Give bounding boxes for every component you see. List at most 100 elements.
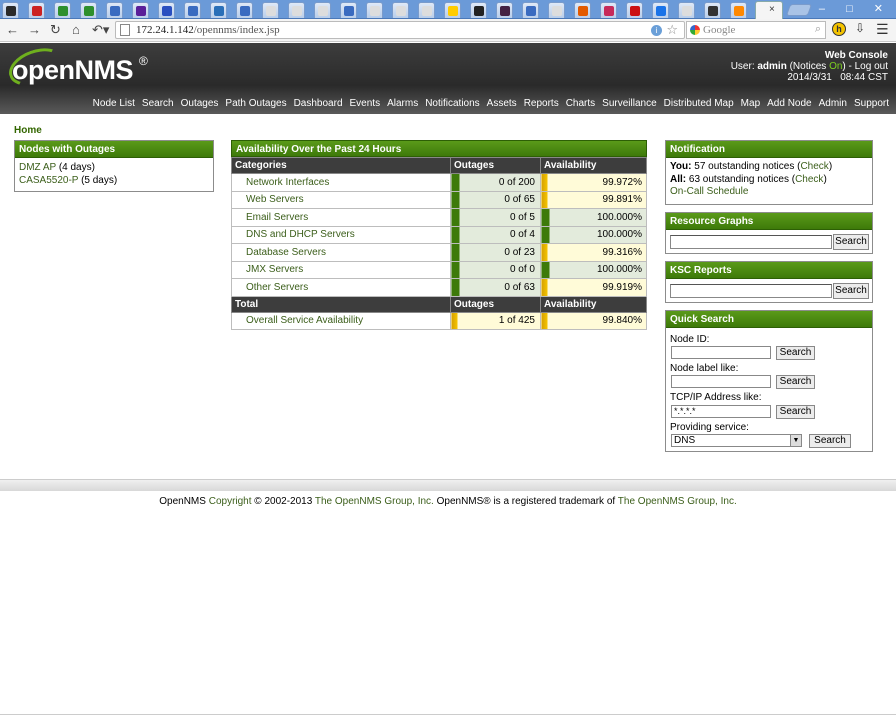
service-search-button[interactable]: Search — [809, 434, 851, 448]
opennms-group-link[interactable]: The OpenNMS Group, Inc. — [618, 496, 737, 507]
download-icon[interactable]: ⇩ — [855, 21, 865, 35]
browser-tab[interactable] — [2, 2, 19, 18]
forward-icon[interactable]: → — [28, 22, 41, 38]
category-link[interactable]: Network Interfaces — [231, 173, 451, 192]
nav-charts[interactable]: Charts — [566, 98, 595, 109]
nav-path-outages[interactable]: Path Outages — [225, 98, 286, 109]
nav-surveillance[interactable]: Surveillance — [602, 98, 656, 109]
node-label-input[interactable] — [671, 375, 771, 388]
nav-assets[interactable]: Assets — [487, 98, 517, 109]
magnifier-icon[interactable]: ⌕ — [815, 23, 821, 36]
oncall-schedule-link[interactable]: On-Call Schedule — [666, 186, 872, 199]
browser-tab[interactable] — [262, 2, 279, 18]
browser-tab[interactable] — [54, 2, 71, 18]
nav-outages[interactable]: Outages — [181, 98, 219, 109]
active-tab[interactable]: × — [755, 1, 783, 19]
outages-cell[interactable]: 0 of 5 — [450, 208, 541, 227]
outages-cell[interactable]: 0 of 200 — [450, 173, 541, 192]
availability-cell[interactable]: 99.316% — [540, 243, 647, 262]
bookmark-star-icon[interactable]: ☆ — [666, 22, 678, 38]
browser-tab[interactable] — [600, 2, 617, 18]
home-icon[interactable]: ⌂ — [72, 22, 80, 38]
browser-tab[interactable] — [678, 2, 695, 18]
ksc-reports-input[interactable] — [670, 284, 832, 298]
service-select[interactable]: DNS ▼ — [671, 434, 802, 447]
outages-cell[interactable]: 0 of 4 — [450, 225, 541, 244]
address-bar[interactable]: 172.24.1.142/opennms/index.jsp i ☆ — [115, 21, 685, 39]
browser-tab[interactable] — [496, 2, 513, 18]
nav-support[interactable]: Support — [854, 98, 889, 109]
nav-add-node[interactable]: Add Node — [767, 98, 811, 109]
nav-node-list[interactable]: Node List — [93, 98, 135, 109]
browser-tab[interactable] — [236, 2, 253, 18]
outages-cell[interactable]: 0 of 63 — [450, 278, 541, 297]
browser-tab[interactable] — [288, 2, 305, 18]
ip-search-button[interactable]: Search — [776, 405, 815, 419]
availability-cell[interactable]: 99.891% — [540, 190, 647, 209]
breadcrumb[interactable]: Home — [14, 125, 42, 136]
nav-admin[interactable]: Admin — [819, 98, 847, 109]
check-link[interactable]: Check — [795, 174, 823, 185]
category-link[interactable]: Overall Service Availability — [231, 311, 451, 330]
reload-icon[interactable]: ↻ — [50, 22, 61, 38]
node-id-input[interactable] — [671, 346, 771, 359]
nav-notifications[interactable]: Notifications — [425, 98, 479, 109]
search-box[interactable]: Google ⌕ — [686, 21, 826, 39]
browser-tab[interactable] — [366, 2, 383, 18]
browser-tab[interactable] — [132, 2, 149, 18]
info-icon[interactable]: i — [651, 25, 662, 36]
browser-tab[interactable] — [28, 2, 45, 18]
new-tab-button[interactable] — [785, 4, 813, 16]
outages-cell[interactable]: 0 of 23 — [450, 243, 541, 262]
nav-dashboard[interactable]: Dashboard — [294, 98, 343, 109]
browser-tab[interactable] — [626, 2, 643, 18]
check-link[interactable]: Check — [800, 161, 828, 172]
availability-cell[interactable]: 100.000% — [540, 208, 647, 227]
opennms-logo[interactable]: openNMS — [12, 55, 134, 86]
window-controls[interactable]: – □ ✕ — [819, 2, 892, 15]
browser-tab[interactable] — [392, 2, 409, 18]
availability-cell[interactable]: 99.919% — [540, 278, 647, 297]
category-link[interactable]: Database Servers — [231, 243, 451, 262]
browser-tab[interactable] — [106, 2, 123, 18]
browser-tab[interactable] — [314, 2, 331, 18]
nav-reports[interactable]: Reports — [524, 98, 559, 109]
browser-tab[interactable] — [574, 2, 591, 18]
browser-tab[interactable] — [80, 2, 97, 18]
availability-cell[interactable]: 100.000% — [540, 225, 647, 244]
copyright-link[interactable]: Copyright — [209, 496, 252, 507]
category-link[interactable]: DNS and DHCP Servers — [231, 225, 451, 244]
resource-graphs-input[interactable] — [670, 235, 832, 249]
category-link[interactable]: Email Servers — [231, 208, 451, 227]
browser-tab[interactable] — [418, 2, 435, 18]
availability-cell[interactable]: 99.840% — [540, 311, 647, 330]
category-link[interactable]: Web Servers — [231, 190, 451, 209]
resource-graphs-search-button[interactable]: Search — [833, 234, 869, 250]
browser-tab[interactable] — [652, 2, 669, 18]
close-tab-icon[interactable]: × — [769, 4, 775, 15]
availability-cell[interactable]: 100.000% — [540, 260, 647, 279]
browser-tab[interactable] — [470, 2, 487, 18]
browser-tab[interactable] — [158, 2, 175, 18]
browser-tab[interactable] — [340, 2, 357, 18]
ksc-reports-search-button[interactable]: Search — [833, 283, 869, 299]
nav-distributed-map[interactable]: Distributed Map — [664, 98, 734, 109]
browser-tab[interactable] — [730, 2, 747, 18]
ip-address-input[interactable]: *.*.*.* — [671, 405, 771, 418]
logout-link[interactable]: Log out — [855, 61, 888, 72]
extension-h-icon[interactable]: h — [832, 22, 846, 36]
category-link[interactable]: JMX Servers — [231, 260, 451, 279]
menu-icon[interactable]: ☰ — [876, 21, 889, 38]
browser-tab[interactable] — [522, 2, 539, 18]
outages-cell[interactable]: 0 of 0 — [450, 260, 541, 279]
outages-cell[interactable]: 1 of 425 — [450, 311, 541, 330]
opennms-group-link[interactable]: The OpenNMS Group, Inc. — [315, 496, 434, 507]
browser-tab[interactable] — [184, 2, 201, 18]
node-link[interactable]: CASA5520-P — [19, 175, 78, 186]
nav-search[interactable]: Search — [142, 98, 174, 109]
nav-map[interactable]: Map — [741, 98, 760, 109]
nav-events[interactable]: Events — [350, 98, 381, 109]
browser-tab[interactable] — [444, 2, 461, 18]
node-label-search-button[interactable]: Search — [776, 375, 815, 389]
browser-tab[interactable] — [210, 2, 227, 18]
